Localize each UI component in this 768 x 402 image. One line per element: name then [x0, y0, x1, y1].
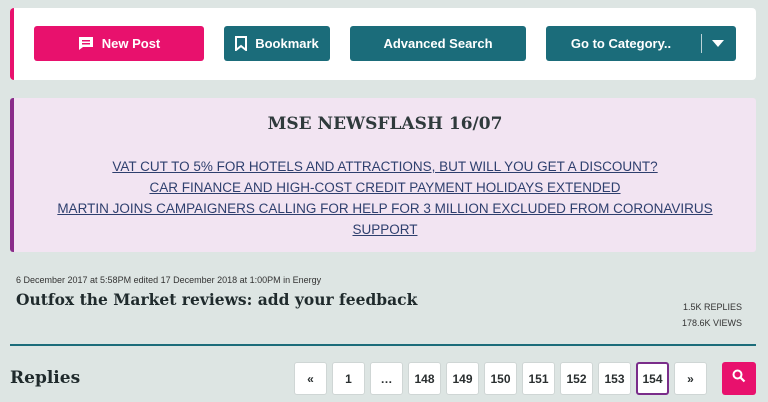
- comment-icon: [78, 36, 94, 51]
- page-first-button[interactable]: «: [294, 362, 327, 395]
- bookmark-icon: [235, 36, 248, 51]
- newsflash-banner: MSE NEWSFLASH 16/07 VAT CUT TO 5% FOR HO…: [10, 98, 756, 252]
- chevron-down-icon: [712, 40, 724, 47]
- bookmark-button[interactable]: Bookmark: [224, 26, 330, 61]
- page-last-button[interactable]: »: [674, 362, 707, 395]
- replies-count: 1.5K REPLIES: [682, 302, 742, 312]
- search-icon: [732, 369, 746, 388]
- page-button-148[interactable]: 148: [408, 362, 441, 395]
- advanced-search-label: Advanced Search: [383, 36, 493, 51]
- thread-meta: 6 December 2017 at 5:58PM edited 17 Dece…: [16, 275, 322, 285]
- dropdown-divider: [701, 34, 702, 53]
- page-button-152[interactable]: 152: [560, 362, 593, 395]
- search-button[interactable]: [722, 362, 756, 395]
- section-divider: [10, 344, 756, 346]
- page-button-150[interactable]: 150: [484, 362, 517, 395]
- go-to-category-dropdown[interactable]: Go to Category..: [546, 26, 736, 61]
- advanced-search-button[interactable]: Advanced Search: [350, 26, 526, 61]
- newsflash-link-vat[interactable]: VAT CUT TO 5% FOR HOTELS AND ATTRACTIONS…: [34, 156, 736, 177]
- page-ellipsis: …: [370, 362, 403, 395]
- page-button-1[interactable]: 1: [332, 362, 365, 395]
- page-button-151[interactable]: 151: [522, 362, 555, 395]
- new-post-button[interactable]: New Post: [34, 26, 204, 61]
- page-button-153[interactable]: 153: [598, 362, 631, 395]
- page-button-154-current[interactable]: 154: [636, 362, 669, 395]
- newsflash-link-car-finance[interactable]: CAR FINANCE AND HIGH-COST CREDIT PAYMENT…: [34, 177, 736, 198]
- newsflash-title: MSE NEWSFLASH 16/07: [267, 114, 503, 134]
- new-post-label: New Post: [101, 36, 161, 51]
- pagination: « 1 … 148 149 150 151 152 153 154 »: [294, 362, 712, 395]
- newsflash-link-martin[interactable]: MARTIN JOINS CAMPAIGNERS CALLING FOR HEL…: [34, 198, 736, 240]
- replies-heading: Replies: [10, 368, 81, 388]
- page-button-149[interactable]: 149: [446, 362, 479, 395]
- action-toolbar: New Post Bookmark Advanced Search Go to …: [10, 8, 756, 80]
- go-to-category-label: Go to Category..: [570, 36, 672, 51]
- bookmark-label: Bookmark: [255, 36, 319, 51]
- views-count: 178.6K VIEWS: [681, 318, 742, 328]
- thread-title: Outfox the Market reviews: add your feed…: [16, 290, 418, 309]
